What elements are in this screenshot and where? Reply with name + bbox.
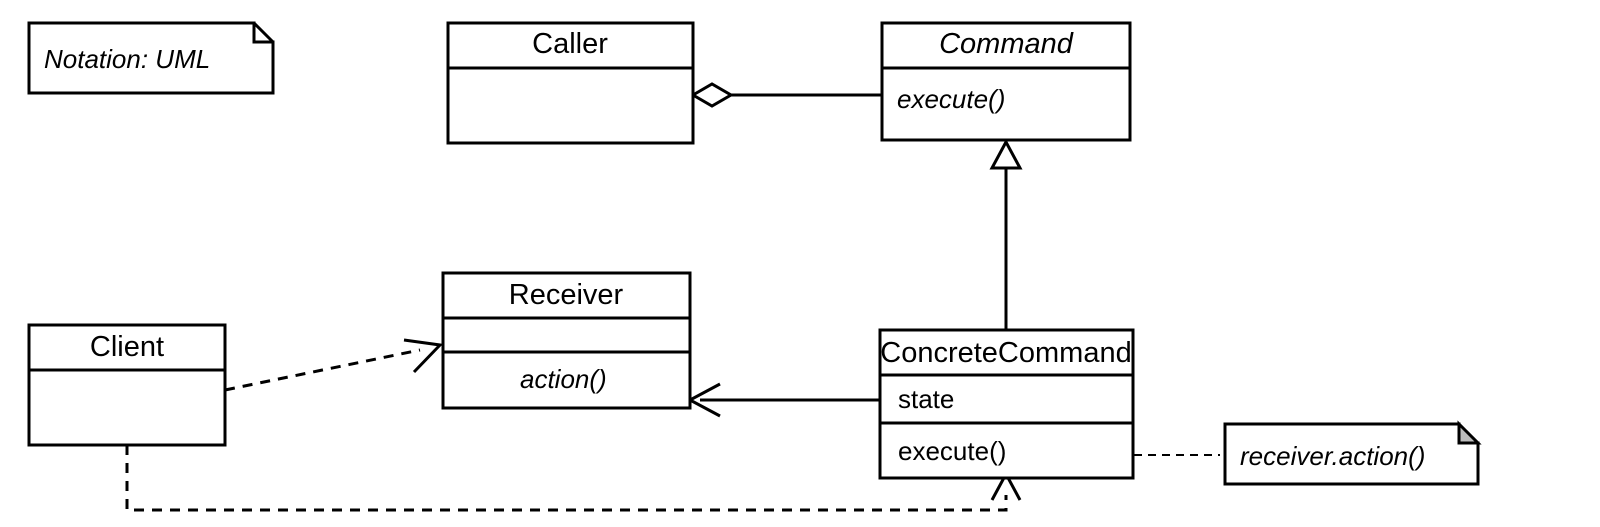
note-receiver-action: receiver.action() [1225,424,1478,484]
class-caller: Caller [448,23,693,143]
class-receiver-method: action() [520,364,607,394]
class-receiver-name: Receiver [509,279,624,311]
class-command-name: Command [939,28,1074,60]
rel-client-depends-receiver [225,340,440,390]
class-concrete-attr: state [898,384,954,414]
note-receiver-action-text: receiver.action() [1240,441,1425,471]
class-command: Command execute() [882,23,1130,140]
rel-concrete-assoc-receiver [690,384,880,416]
class-concrete-name: ConcreteCommand [880,337,1131,369]
class-command-method: execute() [897,84,1005,114]
note-notation: Notation: UML [29,23,273,93]
uml-command-diagram: Notation: UML Caller Command execute() R… [0,0,1600,527]
rel-caller-aggregates-command [693,84,882,106]
rel-concrete-generalizes-command [992,142,1020,330]
class-receiver: Receiver action() [443,273,690,408]
class-client: Client [29,325,225,445]
note-notation-text: Notation: UML [44,44,210,74]
class-concrete-method: execute() [898,436,1006,466]
class-caller-name: Caller [532,28,608,60]
class-concretecommand: ConcreteCommand state execute() [880,330,1133,478]
class-client-name: Client [90,331,164,363]
